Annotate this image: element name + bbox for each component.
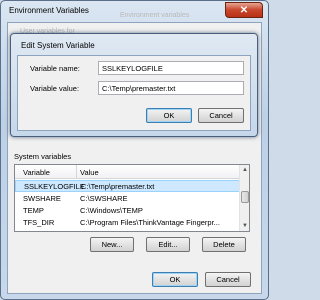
ok-button[interactable]: OK [152,272,198,287]
table-row[interactable]: SWSHARE C:\SWSHARE [15,193,241,205]
scroll-up-icon[interactable]: ▲ [240,165,249,175]
table-row[interactable]: SSLKEYLOGFILE C:\Temp\premaster.txt [15,180,241,192]
window-close-button[interactable]: ✕ [225,2,263,18]
delete-button[interactable]: Delete [202,237,246,252]
row-value: C:\Windows\TEMP [80,206,143,215]
row-value: C:\Program Files\ThinkVantage Fingerpr..… [80,218,220,227]
cancel-button[interactable]: Cancel [205,272,251,287]
row-variable: SWSHARE [23,194,61,203]
close-icon: ✕ [239,4,249,16]
list-vertical-scrollbar[interactable]: ▲ ▼ [239,165,249,231]
row-variable: TEMP [23,206,44,215]
dialog-body: Variable name: SSLKEYLOGFILE Variable va… [17,55,251,131]
scroll-thumb[interactable] [241,191,249,203]
edit-system-variable-dialog: Edit System Variable Variable name: SSLK… [10,33,258,137]
row-variable: TFS_DIR [23,218,55,227]
behind-text-1: Environment variables [120,12,190,19]
dialog-ok-button[interactable]: OK [146,108,192,123]
row-variable: SSLKEYLOGFILE [24,182,85,191]
list-header: Variable Value [15,165,241,179]
column-separator[interactable] [76,165,77,179]
system-variables-list[interactable]: Variable Value SSLKEYLOGFILE C:\Temp\pre… [14,164,250,232]
column-header-value[interactable]: Value [80,168,99,177]
system-variables-title: System variables [14,152,72,161]
dialog-cancel-button[interactable]: Cancel [198,108,244,123]
table-row[interactable]: TFS_DIR C:\Program Files\ThinkVantage Fi… [15,217,241,229]
variable-value-label: Variable value: [30,84,80,93]
column-header-variable[interactable]: Variable [23,168,50,177]
variable-name-label: Variable name: [30,64,80,73]
dialog-title: Edit System Variable [21,41,95,50]
row-value: C:\Temp\premaster.txt [81,182,155,191]
table-row[interactable]: TEMP C:\Windows\TEMP [15,205,241,217]
variable-name-field[interactable]: SSLKEYLOGFILE [98,61,244,75]
new-button[interactable]: New... [90,237,134,252]
window-title: Environment Variables [9,6,89,15]
variable-value-field[interactable]: C:\Temp\premaster.txt [98,81,244,95]
row-value: C:\SWSHARE [80,194,128,203]
scroll-down-icon[interactable]: ▼ [240,221,249,231]
edit-button[interactable]: Edit... [146,237,190,252]
